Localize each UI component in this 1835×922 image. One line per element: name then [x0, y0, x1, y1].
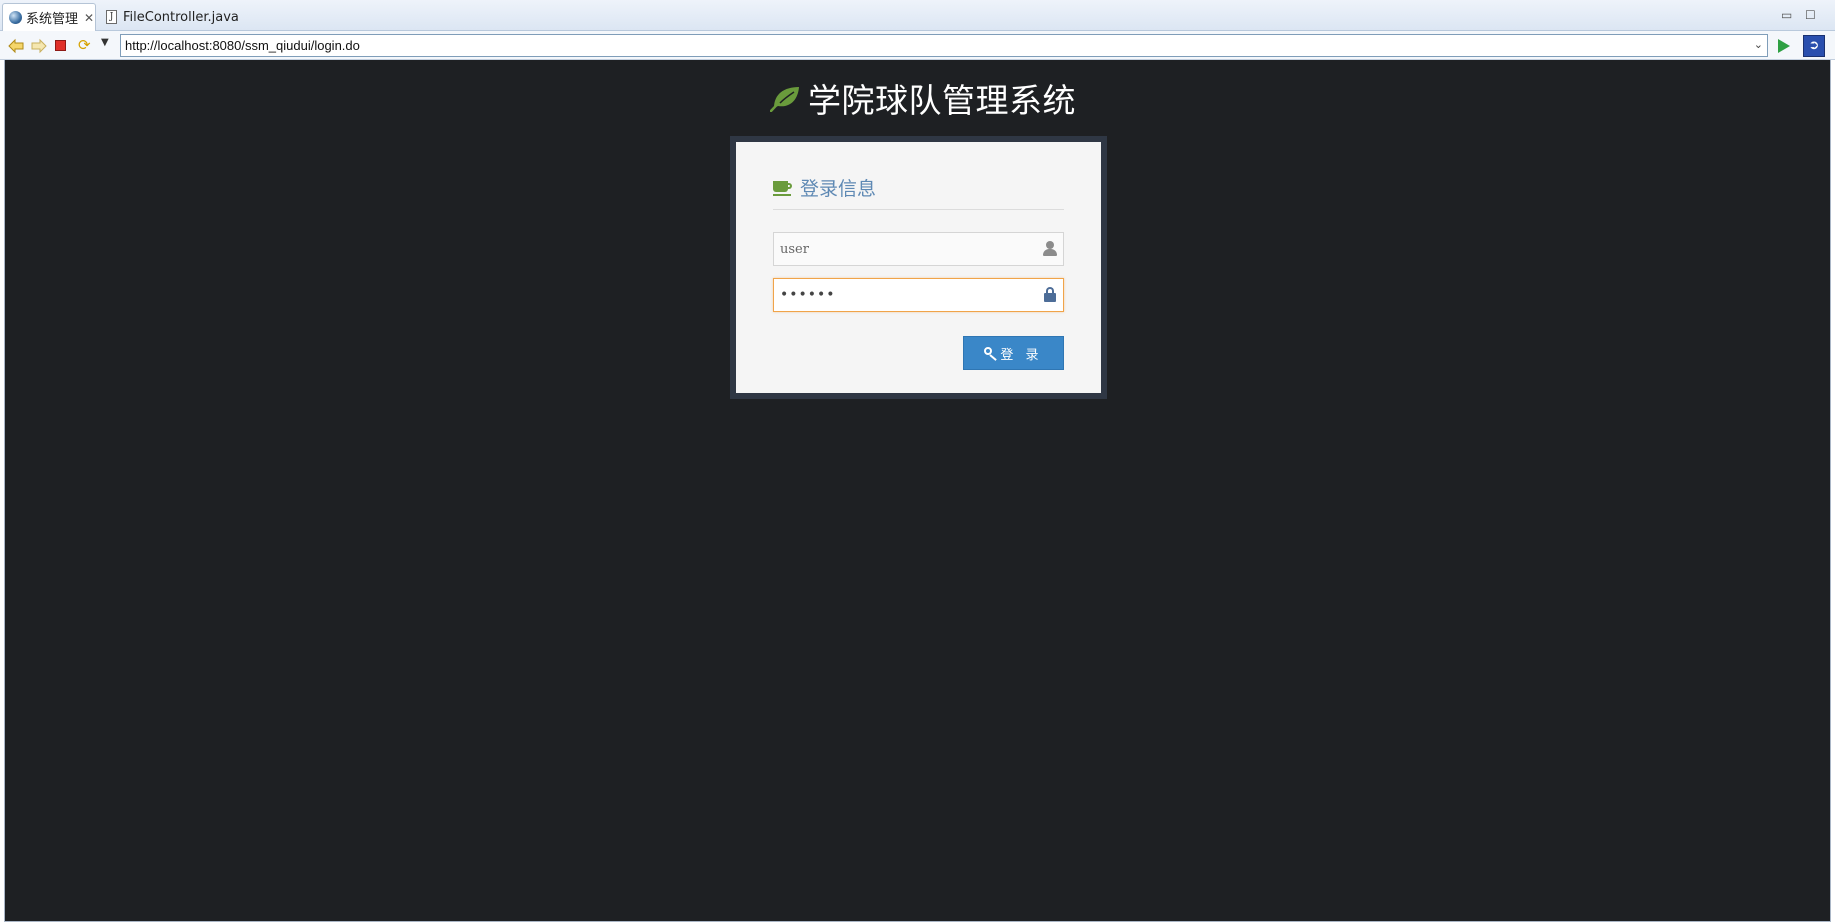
editor-tab-bar: 系统管理 ✕ J FileController.java ▭ ☐ — [0, 0, 1835, 31]
brand-header: 学院球队管理系统 — [770, 76, 1076, 120]
refresh-icon[interactable]: ⟳ — [78, 36, 94, 54]
password-field[interactable] — [773, 278, 1064, 312]
java-file-icon: J — [106, 10, 117, 24]
password-input[interactable] — [774, 279, 1063, 311]
address-bar[interactable]: http://localhost:8080/ssm_qiudui/login.d… — [120, 34, 1768, 57]
back-arrow-icon[interactable] — [8, 38, 24, 54]
login-title: 登录信息 — [800, 178, 877, 200]
leaf-icon — [770, 87, 799, 112]
user-icon — [1043, 241, 1057, 257]
chevron-down-icon[interactable]: ⌄ — [1754, 35, 1763, 56]
chevron-down-icon[interactable]: ▼ — [101, 37, 117, 53]
browser-toolbar: ⟳ ▼ http://localhost:8080/ssm_qiudui/log… — [0, 31, 1835, 60]
login-button-label: 登 录 — [1000, 347, 1043, 363]
globe-icon — [9, 11, 22, 24]
tab-system-management[interactable]: 系统管理 ✕ — [2, 3, 96, 31]
key-icon — [984, 346, 998, 361]
url-text: http://localhost:8080/ssm_qiudui/login.d… — [125, 38, 360, 53]
brand-title: 学院球队管理系统 — [808, 81, 1076, 120]
minimize-icon[interactable]: ▭ — [1781, 8, 1792, 22]
tab-file-controller[interactable]: J FileController.java — [102, 3, 239, 31]
username-input[interactable] — [774, 233, 1063, 265]
page-viewport: 学院球队管理系统 登录信息 user •••••• 登 录 — [4, 60, 1831, 922]
login-panel-frame: 登录信息 登 录 — [730, 136, 1107, 399]
username-field[interactable] — [773, 232, 1064, 266]
close-icon[interactable]: ✕ — [84, 12, 94, 24]
login-box: 登录信息 登 录 — [736, 142, 1101, 393]
tab-label: FileController.java — [123, 9, 239, 25]
login-header: 登录信息 — [773, 174, 1064, 210]
stop-icon[interactable] — [55, 40, 66, 51]
coffee-icon — [773, 180, 793, 196]
maximize-icon[interactable]: ☐ — [1805, 8, 1816, 22]
tab-label: 系统管理 — [26, 12, 79, 27]
go-play-icon[interactable] — [1778, 39, 1790, 53]
external-browser-icon[interactable]: ➲ — [1803, 35, 1825, 57]
forward-arrow-icon[interactable] — [31, 38, 47, 54]
lock-icon — [1043, 287, 1057, 303]
login-button[interactable]: 登 录 — [963, 336, 1064, 370]
